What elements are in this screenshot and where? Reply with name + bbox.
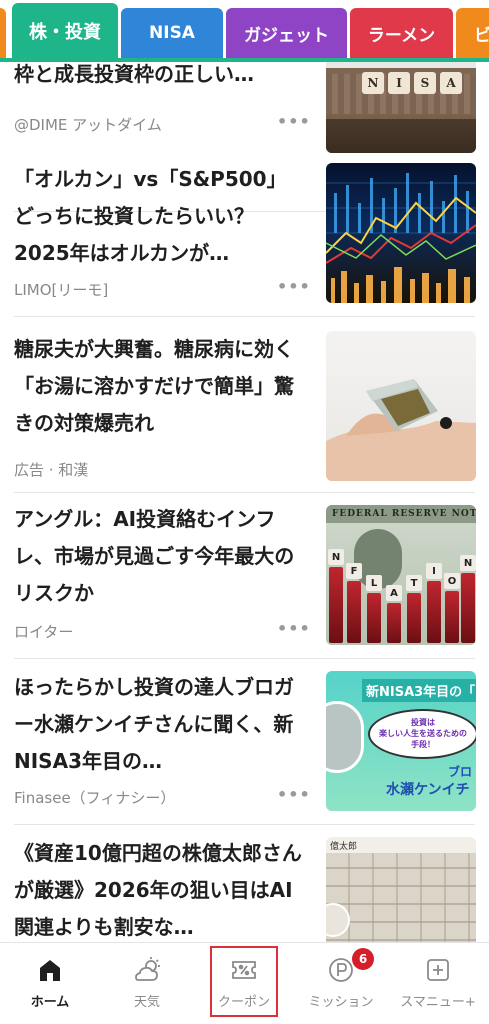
red-column [427,581,441,643]
ad-source: 広告 · 和漢 [14,461,89,479]
letter-block: N [460,555,476,571]
coupon-highlight-box [210,946,278,1017]
tab-label: ラーメン [367,25,436,46]
letter-block: L [366,575,382,591]
letter-block: O [444,573,460,589]
article-item[interactable]: アングル：AI投資絡むインフレ、市場が見過ごす今年最大のリスクか ロイター ••… [0,493,489,659]
nav-label: スマニュー+ [400,995,476,1010]
letter-block: A [386,585,402,601]
article-source: LIMO[リーモ] [14,281,109,299]
banner-title: 新NISA3年目の「 [362,679,476,702]
red-column [461,573,475,643]
more-options-icon[interactable]: ••• [277,112,311,131]
nav-label: 天気 [133,995,160,1010]
more-options-icon[interactable]: ••• [277,785,311,804]
tab-gadget[interactable]: ガジェット [226,8,347,58]
tab-label: NISA [149,23,195,43]
banner-bubble: 投資は 楽しい人生を送るための 手段！ [368,709,476,759]
article-thumbnail [326,331,476,481]
article-feed: 枠と成長投資枠の正しい… @DIME アットダイム ••• N I S A 「オ… [0,62,489,942]
nav-label: ホーム [30,995,70,1010]
more-options-icon[interactable]: ••• [277,619,311,638]
category-tab-bar: 株・投資 NISA ガジェット ラーメン ビ [0,0,489,62]
letter-block: T [406,575,422,591]
plus-icon [423,955,453,985]
red-column [347,581,361,643]
tab-label: ビ [474,25,489,46]
letter-block: N [328,549,344,565]
article-source: @DIME アットダイム [14,116,162,134]
article-headline: 《資産10億円超の株億太郎さんが厳選》2026年の狙い目はAI関連よりも割安な… [14,841,302,939]
tab-nisa[interactable]: NISA [121,8,223,58]
article-thumbnail [326,163,476,303]
nav-label: ミッション [308,995,374,1010]
article-headline: 糖尿夫が大興奮。糖尿病に効く「お湯に溶かすだけで簡単」驚きの対策爆売れ [14,337,294,435]
nav-smartnews-plus[interactable]: スマニュー+ [390,943,486,1024]
dollar-header-text: FEDERAL RESERVE NOTE [326,505,476,523]
tab-stocks-investment[interactable]: 株・投資 [12,3,118,59]
article-thumbnail: 億太郎 [326,837,476,942]
letter-block: F [346,563,362,579]
mission-badge: 6 [352,948,374,970]
tab-label: 株・投資 [29,22,101,43]
article-thumbnail: FEDERAL RESERVE NOTE NFLATION [326,505,476,645]
article-thumbnail: 新NISA3年目の「 投資は 楽しい人生を送るための 手段！ ブロ 水瀬ケンイチ [326,671,476,811]
banknote-caption: 億太郎 [330,842,358,852]
article-item[interactable]: 《資産10億円超の株億太郎さんが厳選》2026年の狙い目はAI関連よりも割安な…… [0,825,489,942]
article-item[interactable]: 「オルカン」vs「S&P500」どっちに投資したらいい？2025年はオルカンが…… [0,151,489,317]
nav-mission[interactable]: ミッション [293,943,389,1024]
red-column [387,603,401,643]
nav-weather[interactable]: 天気 [99,943,195,1024]
article-thumbnail: N I S A [326,62,476,153]
letter-block: I [426,563,442,579]
home-icon [35,955,65,985]
article-headline: 枠と成長投資枠の正しい… [14,62,254,86]
article-source: Finasee（フィナシー） [14,789,176,807]
red-column [329,567,343,643]
article-item[interactable]: 糖尿夫が大興奮。糖尿病に効く「お湯に溶かすだけで簡単」驚きの対策爆売れ 広告 ·… [0,317,489,493]
banner-side: ブロ [448,765,473,779]
tab-stocks[interactable] [0,8,6,58]
article-headline: アングル：AI投資絡むインフレ、市場が見過ごす今年最大のリスクか [14,507,295,605]
inflation-blocks: NFLATION [326,545,476,645]
more-options-icon[interactable]: ••• [277,277,311,296]
red-column [407,593,421,643]
tab-business[interactable]: ビ [456,8,489,58]
nav-home[interactable]: ホーム [2,943,98,1024]
red-column [367,593,381,643]
article-item[interactable]: ほったらかし投資の達人ブロガー水瀬ケンイチさんに聞く、新NISA3年目の… Fi… [0,659,489,825]
article-source: ロイター [14,623,74,641]
article-headline: ほったらかし投資の達人ブロガー水瀬ケンイチさんに聞く、新NISA3年目の… [14,675,294,773]
banner-name: 水瀬ケンイチ [386,782,470,798]
tab-ramen[interactable]: ラーメン [350,8,453,58]
tab-label: ガジェット [244,25,329,46]
article-headline: 「オルカン」vs「S&P500」どっちに投資したらいい？2025年はオルカンが… [14,167,287,265]
weather-icon [132,955,162,985]
red-column [445,591,459,643]
